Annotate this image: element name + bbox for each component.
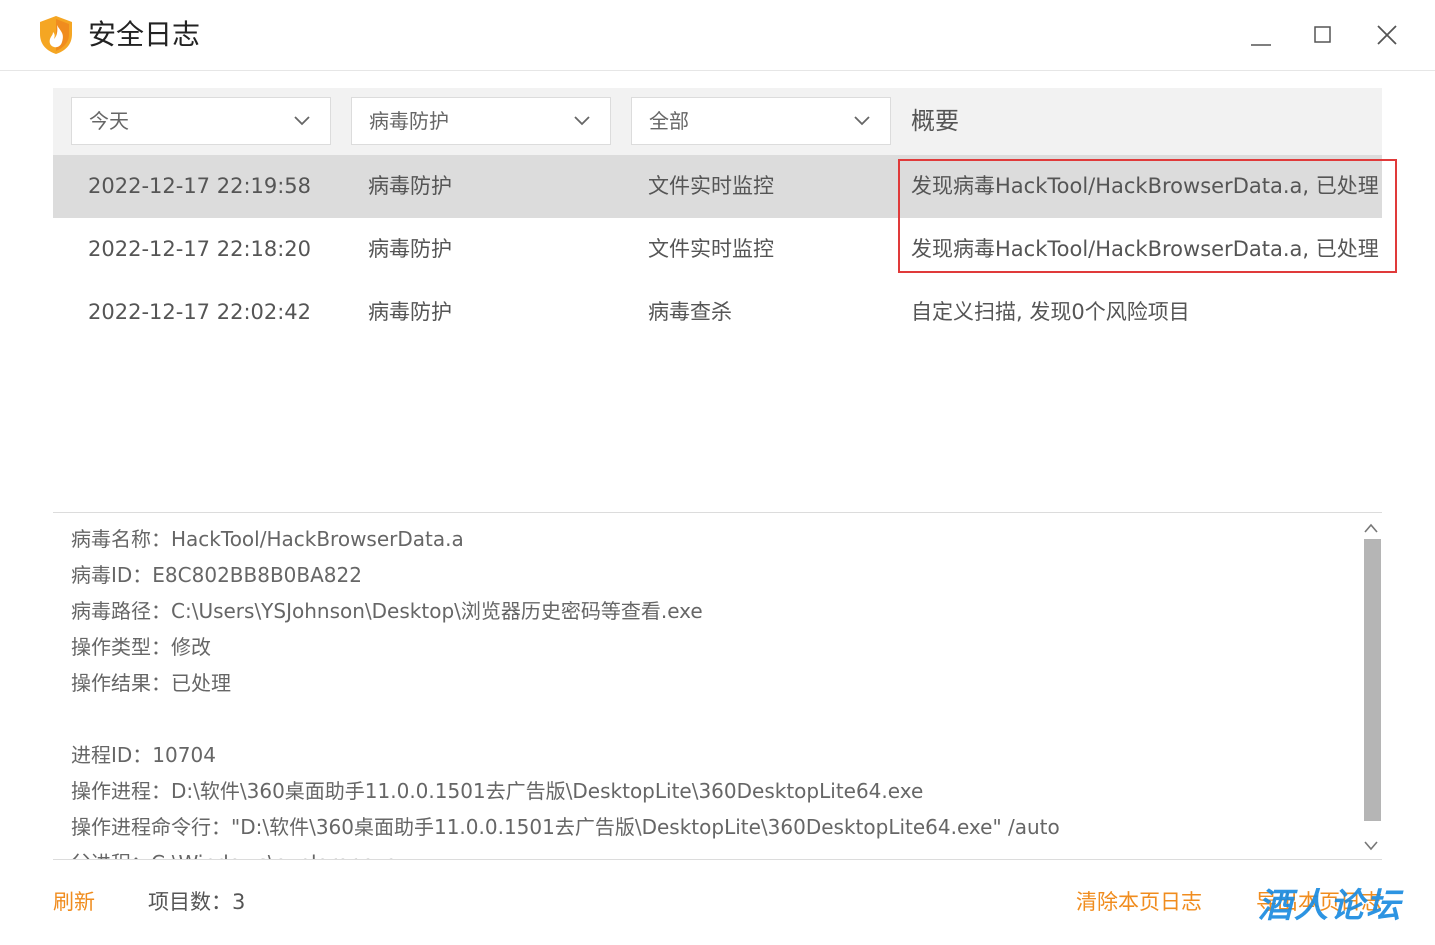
type-filter-dropdown[interactable]: 全部 (631, 97, 891, 145)
maximize-icon (1314, 26, 1331, 43)
detail-process-id: 进程ID：10704 (71, 743, 216, 767)
clear-page-log-link[interactable]: 清除本页日志 (1076, 886, 1202, 916)
refresh-link[interactable]: 刷新 (53, 886, 95, 916)
cell-module: 病毒防护 (368, 237, 452, 261)
cell-time: 2022-12-17 22:02:42 (88, 300, 312, 324)
detail-virus-id: 病毒ID：E8C802BB8B0BA822 (71, 563, 362, 587)
detail-text: 病毒名称：HackTool/HackBrowserData.a 病毒ID：E8C… (71, 521, 1060, 859)
cell-time: 2022-12-17 22:19:58 (88, 174, 312, 198)
table-row[interactable]: 2022-12-17 22:18:20 病毒防护 文件实时监控 发现病毒Hack… (53, 218, 1382, 281)
detail-operation-result: 操作结果：已处理 (71, 671, 231, 695)
cell-summary: 发现病毒HackTool/HackBrowserData.a, 已处理 (911, 237, 1379, 261)
minimize-icon (1251, 44, 1271, 46)
date-filter-dropdown[interactable]: 今天 (71, 97, 331, 145)
cell-module: 病毒防护 (368, 174, 452, 198)
module-filter-value: 病毒防护 (369, 109, 449, 133)
log-table: 2022-12-17 22:19:58 病毒防护 文件实时监控 发现病毒Hack… (53, 155, 1382, 344)
forum-watermark: 酒人论坛 (1258, 886, 1402, 926)
minimize-button[interactable] (1246, 20, 1276, 50)
shield-logo-icon (40, 16, 72, 54)
chevron-down-icon (574, 116, 590, 126)
summary-column-header: 概要 (911, 107, 959, 135)
detail-virus-name: 病毒名称：HackTool/HackBrowserData.a (71, 527, 464, 551)
cell-time: 2022-12-17 22:18:20 (88, 237, 312, 261)
date-filter-value: 今天 (89, 109, 129, 133)
chevron-down-icon (294, 116, 310, 126)
cell-summary: 自定义扫描, 发现0个风险项目 (911, 300, 1190, 324)
scrollbar-thumb[interactable] (1364, 539, 1381, 821)
cell-type: 文件实时监控 (648, 237, 774, 261)
chevron-down-icon (854, 116, 870, 126)
maximize-button[interactable] (1308, 20, 1338, 50)
close-button[interactable] (1372, 20, 1402, 50)
detail-process-path: 操作进程：D:\软件\360桌面助手11.0.0.1501去广告版\Deskto… (71, 779, 924, 803)
detail-operation-type: 操作类型：修改 (71, 635, 211, 659)
window-title: 安全日志 (88, 18, 201, 51)
title-bar: 安全日志 (0, 0, 1435, 71)
close-icon (1377, 25, 1397, 45)
table-row[interactable]: 2022-12-17 22:19:58 病毒防护 文件实时监控 发现病毒Hack… (53, 155, 1382, 218)
detail-virus-path: 病毒路径：C:\Users\YSJohnson\Desktop\浏览器历史密码等… (71, 599, 703, 623)
type-filter-value: 全部 (649, 109, 689, 133)
scroll-down-icon[interactable] (1363, 839, 1379, 853)
cell-type: 病毒查杀 (648, 300, 732, 324)
footer-bar: 刷新 项目数：3 清除本页日志 导出本页日志 酒人论坛 (0, 858, 1435, 945)
filter-bar: 今天 病毒防护 全部 概要 (53, 88, 1382, 155)
scroll-up-icon[interactable] (1363, 521, 1379, 535)
module-filter-dropdown[interactable]: 病毒防护 (351, 97, 611, 145)
cell-type: 文件实时监控 (648, 174, 774, 198)
detail-blank-line (71, 701, 1060, 737)
cell-summary: 发现病毒HackTool/HackBrowserData.a, 已处理 (911, 174, 1379, 198)
detail-process-cmdline: 操作进程命令行："D:\软件\360桌面助手11.0.0.1501去广告版\De… (71, 815, 1060, 839)
item-count: 项目数：3 (148, 890, 246, 914)
detail-panel: 病毒名称：HackTool/HackBrowserData.a 病毒ID：E8C… (53, 512, 1382, 860)
table-row[interactable]: 2022-12-17 22:02:42 病毒防护 病毒查杀 自定义扫描, 发现0… (53, 281, 1382, 344)
cell-module: 病毒防护 (368, 300, 452, 324)
